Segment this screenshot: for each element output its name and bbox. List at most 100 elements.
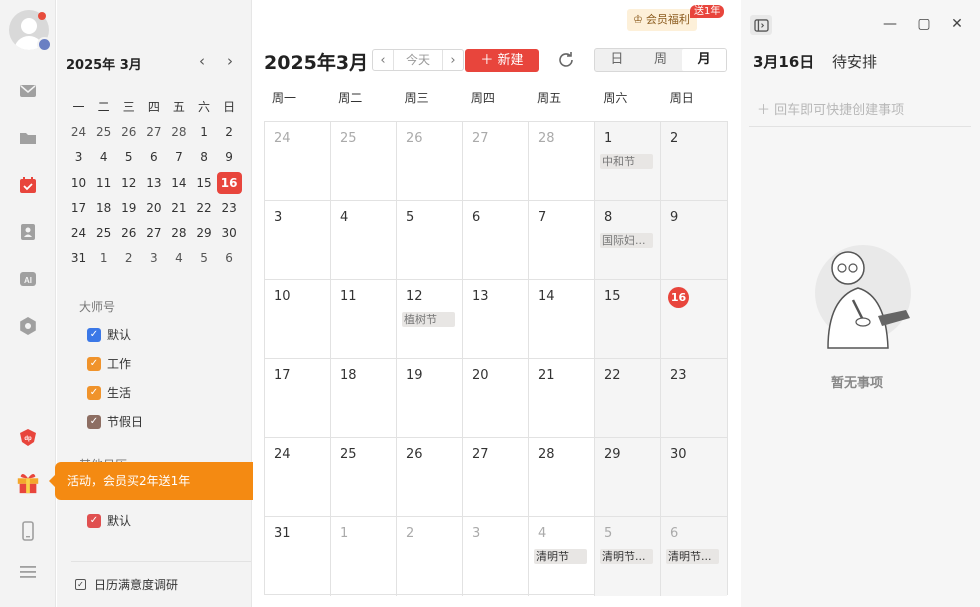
day-cell[interactable]: 24 (265, 122, 331, 201)
day-cell[interactable]: 11 (331, 280, 397, 359)
mini-day-cell[interactable]: 30 (217, 226, 242, 240)
mini-day-cell[interactable]: 11 (91, 176, 116, 190)
mini-day-cell[interactable]: 28 (166, 226, 191, 240)
checkbox-icon[interactable]: ✓ (87, 385, 101, 400)
mini-day-cell[interactable]: 1 (91, 251, 116, 265)
mini-day-cell[interactable]: 26 (116, 125, 141, 139)
day-cell[interactable]: 17 (265, 359, 331, 438)
mini-day-cell[interactable]: 24 (66, 125, 91, 139)
mini-day-cell[interactable]: 16 (216, 171, 242, 194)
mini-day-cell[interactable]: 14 (166, 176, 191, 190)
event-chip[interactable]: 国际妇... (600, 233, 653, 248)
mini-day-cell[interactable]: 15 (191, 176, 216, 190)
day-cell[interactable]: 6 (463, 201, 529, 280)
day-cell[interactable]: 14 (529, 280, 595, 359)
view-week-tab[interactable]: 周 (639, 49, 683, 71)
day-cell[interactable]: 3 (463, 517, 529, 596)
today-button[interactable]: 今天 (393, 50, 443, 70)
mini-day-cell[interactable]: 5 (191, 251, 216, 265)
maximize-icon[interactable]: ▢ (917, 17, 931, 31)
settings-icon[interactable] (17, 315, 39, 337)
mini-prev-month-button[interactable]: ‹ (193, 53, 211, 71)
mini-day-cell[interactable]: 21 (166, 201, 191, 215)
promo-toast[interactable]: 活动，会员买2年送1年 × (49, 462, 285, 500)
checkbox-icon[interactable]: ✓ (87, 513, 101, 528)
day-cell[interactable]: 19 (397, 359, 463, 438)
mini-day-cell[interactable]: 2 (217, 125, 242, 139)
mini-day-cell[interactable]: 27 (141, 226, 166, 240)
day-cell[interactable]: 27 (463, 438, 529, 517)
mail-icon[interactable] (17, 80, 39, 102)
event-chip[interactable]: 清明节 (534, 549, 587, 564)
day-cell[interactable]: 1 (331, 517, 397, 596)
event-chip[interactable]: 清明节... (666, 549, 719, 564)
pane-toggle-icon[interactable] (750, 15, 772, 35)
day-cell[interactable]: 29 (595, 438, 661, 517)
calendar-icon[interactable] (17, 174, 39, 196)
vip-benefits-button[interactable]: ♔ 会员福利 (627, 9, 697, 31)
quick-add-input[interactable]: ＋ 回车即可快捷创建事项 (757, 99, 904, 118)
minimize-icon[interactable]: — (883, 17, 897, 31)
day-cell[interactable]: 24 (265, 438, 331, 517)
day-cell[interactable]: 28 (529, 438, 595, 517)
day-cell[interactable]: 23 (661, 359, 727, 438)
mini-day-cell[interactable]: 3 (141, 251, 166, 265)
mini-day-cell[interactable]: 17 (66, 201, 91, 215)
day-cell[interactable]: 2 (661, 122, 727, 201)
next-month-button[interactable]: › (443, 53, 463, 68)
view-month-tab[interactable]: 月 (682, 49, 727, 71)
mini-day-cell[interactable]: 31 (66, 251, 91, 265)
day-cell[interactable]: 4 (331, 201, 397, 280)
phone-icon[interactable] (17, 520, 39, 542)
calendar-toggle-other-default[interactable]: ✓ 默认 (87, 512, 131, 529)
day-cell[interactable]: 22 (595, 359, 661, 438)
mini-day-cell[interactable]: 5 (116, 150, 141, 164)
view-day-tab[interactable]: 日 (595, 49, 639, 71)
day-cell[interactable]: 25 (331, 122, 397, 201)
day-cell[interactable]: 10 (265, 280, 331, 359)
day-cell[interactable]: 15 (595, 280, 661, 359)
day-cell[interactable]: 20 (463, 359, 529, 438)
day-cell[interactable]: 18 (331, 359, 397, 438)
day-cell[interactable]: 12 植树节 (397, 280, 463, 359)
calendar-toggle-holidays[interactable]: ✓ 节假日 (87, 413, 143, 430)
mini-day-cell[interactable]: 1 (191, 125, 216, 139)
calendar-toggle-work[interactable]: ✓ 工作 (87, 355, 131, 372)
mini-day-cell[interactable]: 22 (191, 201, 216, 215)
gift-icon[interactable] (14, 468, 42, 496)
mini-day-cell[interactable]: 4 (166, 251, 191, 265)
mini-day-cell[interactable]: 19 (116, 201, 141, 215)
survey-link[interactable]: ✓ 日历满意度调研 (75, 576, 178, 593)
day-cell[interactable]: 4 清明节 (529, 517, 595, 596)
day-cell[interactable]: 30 (661, 438, 727, 517)
mini-day-cell[interactable]: 9 (217, 150, 242, 164)
mini-day-cell[interactable]: 25 (91, 226, 116, 240)
event-chip[interactable]: 中和节 (600, 154, 653, 169)
mini-day-cell[interactable]: 20 (141, 201, 166, 215)
day-cell[interactable]: 16 (661, 280, 727, 359)
mini-day-cell[interactable]: 10 (66, 176, 91, 190)
mini-day-cell[interactable]: 24 (66, 226, 91, 240)
calendar-toggle-life[interactable]: ✓ 生活 (87, 384, 131, 401)
day-cell[interactable]: 27 (463, 122, 529, 201)
mini-day-cell[interactable]: 12 (116, 176, 141, 190)
day-cell[interactable]: 25 (331, 438, 397, 517)
day-cell[interactable]: 26 (397, 438, 463, 517)
mini-day-cell[interactable]: 6 (217, 251, 242, 265)
refresh-icon[interactable] (556, 50, 576, 70)
mini-day-cell[interactable]: 23 (217, 201, 242, 215)
day-cell[interactable]: 6 清明节... (661, 517, 727, 596)
contacts-icon[interactable] (17, 221, 39, 243)
new-event-button[interactable]: ＋ 新建 (465, 49, 539, 72)
event-chip[interactable]: 植树节 (402, 312, 455, 327)
mini-day-cell[interactable]: 4 (91, 150, 116, 164)
checkbox-icon[interactable]: ✓ (87, 414, 101, 429)
menu-icon[interactable] (17, 561, 39, 583)
close-window-icon[interactable]: ✕ (950, 17, 964, 31)
checkbox-icon[interactable]: ✓ (87, 327, 101, 342)
day-cell[interactable]: 2 (397, 517, 463, 596)
day-cell[interactable]: 8 国际妇... (595, 201, 661, 280)
day-cell[interactable]: 5 清明节... (595, 517, 661, 596)
mini-day-cell[interactable]: 2 (116, 251, 141, 265)
day-cell[interactable]: 21 (529, 359, 595, 438)
